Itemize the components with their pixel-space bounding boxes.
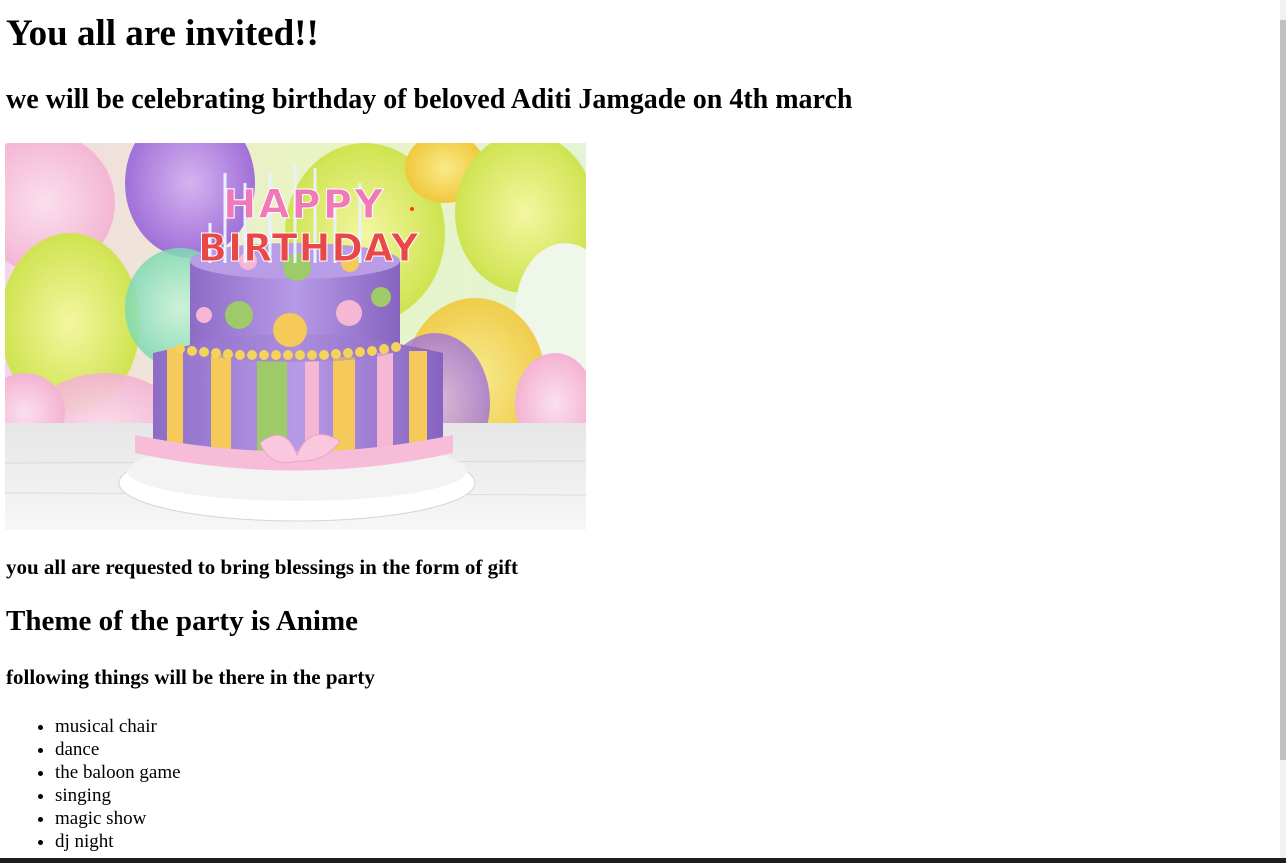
list-item: dj night <box>55 830 181 853</box>
activity-list: musical chair dance the baloon game sing… <box>6 715 181 853</box>
vertical-scrollbar[interactable] <box>1280 0 1286 858</box>
list-item: dance <box>55 738 181 761</box>
list-item: the baloon game <box>55 761 181 784</box>
party-theme-heading: Theme of the party is Anime <box>6 605 358 637</box>
list-item: musical chair <box>55 715 181 738</box>
cake-happy-letters: HAPPY <box>223 182 385 228</box>
page: You all are invited!! we will be celebra… <box>0 0 1280 858</box>
subtitle: we will be celebrating birthday of belov… <box>6 84 853 115</box>
cake-birthday-letters: BIRTHDAY <box>198 226 419 270</box>
page-title: You all are invited!! <box>6 13 319 54</box>
birthday-cake-image: HAPPY BIRTHDAY <box>5 143 586 530</box>
scrollbar-thumb[interactable] <box>1280 20 1286 760</box>
list-item: singing <box>55 784 181 807</box>
activities-intro: following things will be there in the pa… <box>6 665 375 689</box>
gift-request-text: you all are requested to bring blessings… <box>6 555 518 579</box>
list-item: magic show <box>55 807 181 830</box>
bottom-edge-bar <box>0 858 1286 863</box>
